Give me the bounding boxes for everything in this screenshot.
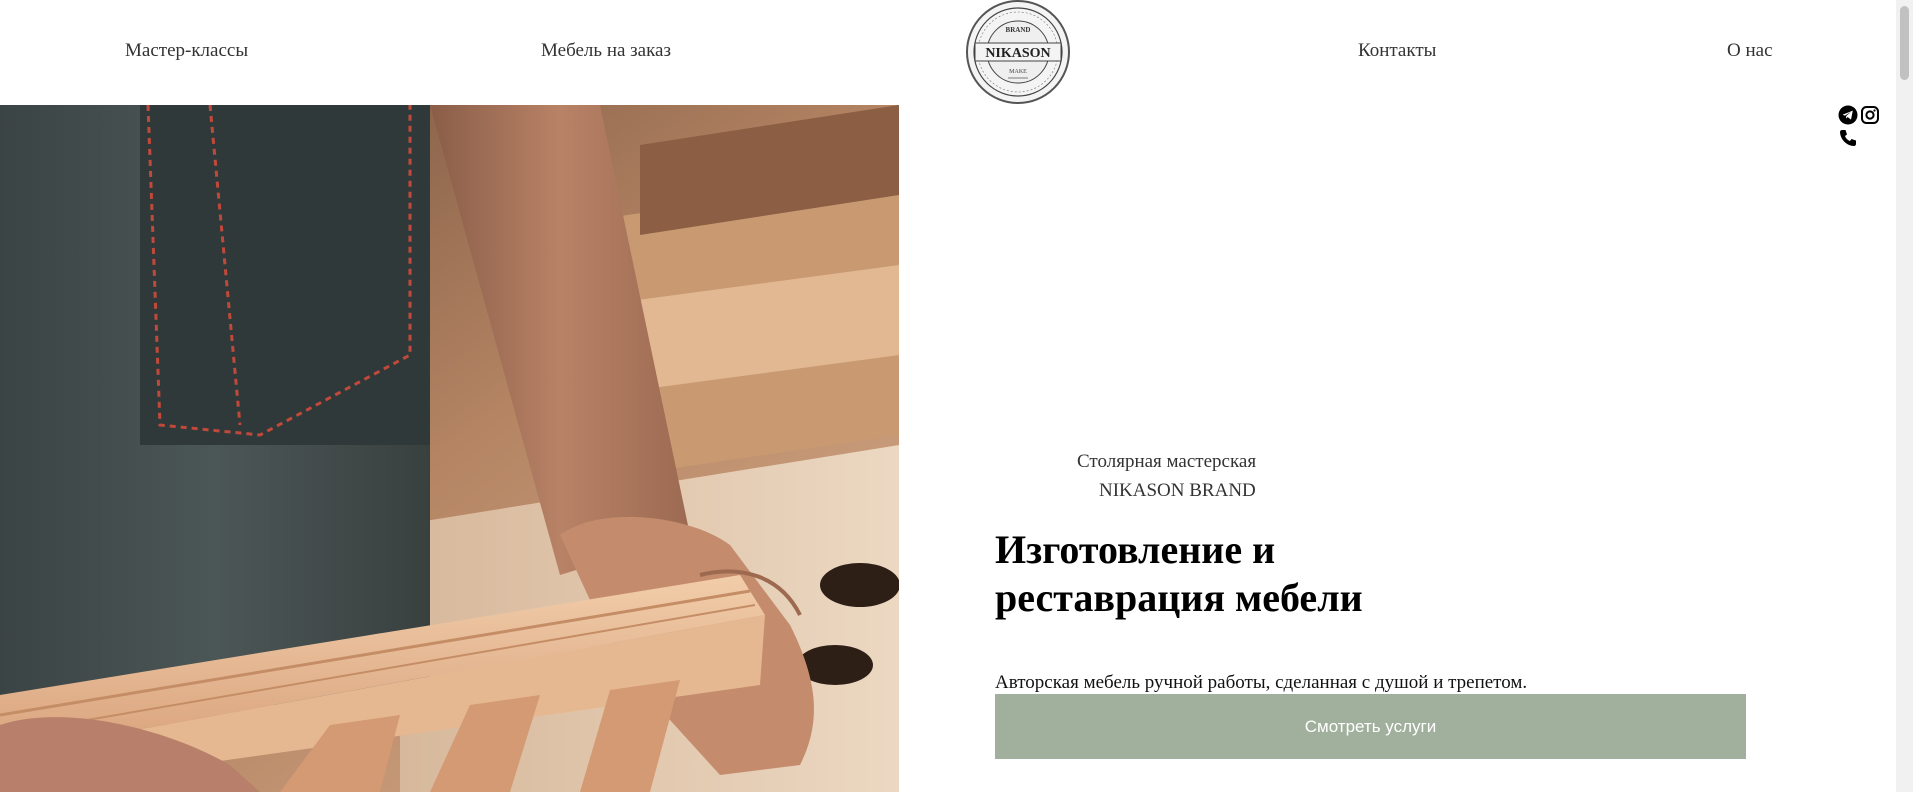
logo-brand-text: NIKASON <box>985 46 1050 61</box>
nav-link-contacts[interactable]: Контакты <box>1358 40 1436 62</box>
nav-link-master-classes[interactable]: Мастер-классы <box>125 40 248 62</box>
view-services-button[interactable]: Смотреть услуги <box>995 694 1746 759</box>
page-scrollbar[interactable] <box>1896 0 1913 792</box>
logo-bottom-text: MAKE <box>1009 69 1027 75</box>
hero-subtitle-line2: NIKASON BRAND <box>1099 480 1256 501</box>
hero-headline: Изготовление и реставрация мебели <box>995 527 1363 620</box>
nav-link-custom-furniture[interactable]: Мебель на заказ <box>541 40 671 62</box>
hero-subtitle-line1: Столярная мастерская <box>1077 451 1257 472</box>
nav-link-about[interactable]: О нас <box>1727 40 1773 62</box>
scrollbar-thumb[interactable] <box>1900 6 1909 80</box>
hero-photo <box>0 105 899 792</box>
instagram-icon[interactable] <box>1860 105 1880 125</box>
social-icons <box>1838 103 1888 153</box>
phone-icon[interactable] <box>1838 128 1858 148</box>
hero-description: Авторская мебель ручной работы, сделанна… <box>995 672 1528 693</box>
logo-top-text: BRAND <box>1006 26 1031 34</box>
telegram-icon[interactable] <box>1838 105 1858 125</box>
brand-logo[interactable]: BRAND NIKASON MAKE <box>963 0 1073 104</box>
